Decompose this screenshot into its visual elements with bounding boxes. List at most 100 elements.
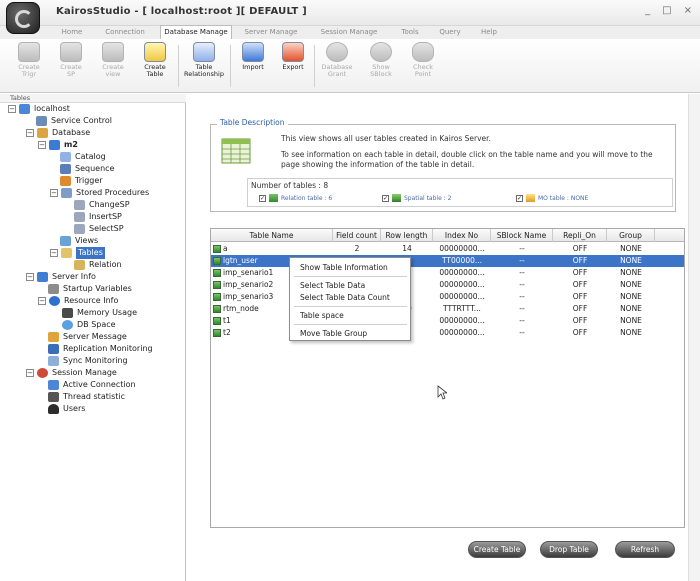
create-table-icon [144, 42, 166, 62]
menu-item-move-table-group[interactable]: Move Table Group [300, 328, 367, 339]
tree-item-memory-usage[interactable]: Memory Usage [62, 307, 137, 319]
tree-item-changesp[interactable]: ChangeSP [74, 199, 130, 211]
tab-server-manage[interactable]: Server Manage [240, 26, 302, 39]
close-button[interactable]: × [684, 5, 692, 16]
tab-session-manage[interactable]: Session Manage [316, 26, 382, 39]
tables-grid: Table Name Field count Row length Index … [210, 228, 685, 528]
tree-item-views[interactable]: Views [60, 235, 98, 247]
tree-item-localhost[interactable]: − localhost [8, 103, 70, 115]
tab-home[interactable]: Home [52, 26, 92, 39]
column-header-index-no[interactable]: Index No [433, 229, 491, 242]
menu-item-select-table-data[interactable]: Select Table Data [300, 280, 365, 291]
table-name-text: t1 [223, 316, 231, 325]
tree-item-relation[interactable]: Relation [74, 259, 122, 271]
refresh-button[interactable]: Refresh [615, 541, 675, 558]
column-header-repli-on[interactable]: Repli_On [553, 229, 607, 242]
import-button[interactable]: Import [234, 42, 272, 90]
tree-item-m2[interactable]: − m2 [38, 139, 78, 151]
table-row[interactable]: imp_senario3600000000...--OFFNONE [211, 291, 684, 303]
tree-item-users[interactable]: Users [48, 403, 85, 415]
tree-item-service-control[interactable]: Service Control [36, 115, 112, 127]
checkpoint-icon [412, 42, 434, 62]
table-row[interactable]: imp_senario1600000000...--OFFNONE [211, 267, 684, 279]
tab-query[interactable]: Query [434, 26, 466, 39]
checkbox-checked-icon[interactable]: ✓ [516, 194, 523, 202]
tree-item-database[interactable]: − Database [26, 127, 90, 139]
tab-database-manage[interactable]: Database Manage [160, 25, 232, 39]
drop-table-button[interactable]: Drop Table [540, 541, 598, 558]
tree-item-selectsp[interactable]: SelectSP [74, 223, 124, 235]
tree-item-db-space[interactable]: DB Space [62, 319, 116, 331]
collapse-toggle-icon[interactable]: − [50, 189, 58, 197]
tree-item-session-manage[interactable]: − Session Manage [26, 367, 117, 379]
column-header-table-name[interactable]: Table Name [211, 229, 333, 242]
mo-table-filter[interactable]: ✓ MO table : NONE [516, 194, 588, 202]
create-table-button[interactable]: Create Table [468, 541, 526, 558]
table-relationship-button[interactable]: Table Relationship [182, 42, 226, 90]
tree-item-label: Service Control [51, 116, 113, 125]
tree-item-active-connection[interactable]: Active Connection [48, 379, 136, 391]
resource-info-icon [49, 296, 60, 306]
checkpoint-label: Check Point [413, 63, 433, 78]
create-view-button[interactable]: Create view [94, 42, 132, 90]
create-sp-button[interactable]: Create SP [52, 42, 90, 90]
startup-variables-icon [48, 284, 59, 294]
tree-item-trigger[interactable]: Trigger [60, 175, 103, 187]
collapse-toggle-icon[interactable]: − [26, 129, 34, 137]
tree-item-startup-variables[interactable]: Startup Variables [48, 283, 132, 295]
tab-connection[interactable]: Connection [98, 26, 152, 39]
tree-item-resource-info[interactable]: − Resource Info [38, 295, 118, 307]
table-cell: OFF [572, 268, 588, 277]
tree-item-thread-statistic[interactable]: Thread statistic [48, 391, 125, 403]
table-row[interactable]: t2000000000...--OFFNONE [211, 327, 684, 339]
column-header-row-length[interactable]: Row length [381, 229, 433, 242]
export-button[interactable]: Export [274, 42, 312, 90]
collapse-toggle-icon[interactable]: − [38, 141, 46, 149]
menu-item-select-table-data-count[interactable]: Select Table Data Count [300, 292, 390, 303]
tree-panel-header: Tables [0, 94, 186, 103]
tree-item-sync-monitoring[interactable]: Sync Monitoring [48, 355, 128, 367]
menu-item-show-table-information[interactable]: Show Table Information [300, 262, 388, 273]
collapse-toggle-icon[interactable]: − [50, 249, 58, 257]
show-sblock-button[interactable]: Show SBlock [362, 42, 400, 90]
create-trigger-button[interactable]: Create Trigr [10, 42, 48, 90]
table-row[interactable]: t1500000000...--OFFNONE [211, 315, 684, 327]
minimize-button[interactable]: _ [645, 5, 650, 16]
tree-item-stored-procedures[interactable]: − Stored Procedures [50, 187, 149, 199]
database-grant-button[interactable]: Database Grant [318, 42, 356, 90]
collapse-toggle-icon[interactable]: − [38, 297, 46, 305]
column-header-group[interactable]: Group [607, 229, 655, 242]
collapse-toggle-icon[interactable]: − [8, 105, 16, 113]
checkpoint-button[interactable]: Check Point [404, 42, 442, 90]
tree-item-catalog[interactable]: Catalog [60, 151, 106, 163]
tree-item-sequence[interactable]: Sequence [60, 163, 114, 175]
checkbox-checked-icon[interactable]: ✓ [382, 194, 389, 202]
table-row[interactable]: imp_senario2600000000...--OFFNONE [211, 279, 684, 291]
spatial-table-filter[interactable]: ✓ Spatial table : 2 [382, 194, 451, 202]
maximize-button[interactable]: □ [662, 5, 671, 16]
relation-icon [74, 260, 85, 270]
table-row[interactable]: a 2 14 00000000... -- OFF NONE [211, 243, 684, 255]
relation-table-filter[interactable]: ✓ Relation table : 6 [259, 194, 332, 202]
vertical-scrollbar[interactable] [688, 94, 700, 581]
menu-item-table-space[interactable]: Table space [300, 310, 344, 321]
export-label: Export [282, 63, 304, 71]
tab-help[interactable]: Help [476, 26, 502, 39]
column-header-sblock-name[interactable]: SBlock Name [491, 229, 553, 242]
tree-item-server-message[interactable]: Server Message [48, 331, 127, 343]
table-row[interactable]: lgtn_user43TT00000...--OFFNONE [211, 255, 684, 267]
column-header-field-count[interactable]: Field count [333, 229, 381, 242]
tab-tools[interactable]: Tools [396, 26, 424, 39]
collapse-toggle-icon[interactable]: − [26, 369, 34, 377]
table-grid-icon [221, 138, 251, 164]
tree-item-replication-monitoring[interactable]: Replication Monitoring [48, 343, 153, 355]
create-table-ribbon-button[interactable]: Create Table [136, 42, 174, 90]
tree-item-tables[interactable]: − Tables [50, 247, 105, 259]
tree-item-insertsp[interactable]: InsertSP [74, 211, 122, 223]
table-cell: OFF [572, 244, 588, 253]
table-cell: -- [519, 304, 525, 313]
tree-item-server-info[interactable]: − Server Info [26, 271, 96, 283]
collapse-toggle-icon[interactable]: − [26, 273, 34, 281]
table-row[interactable]: rtm_node40TTTRTTT...--OFFNONE [211, 303, 684, 315]
checkbox-checked-icon[interactable]: ✓ [259, 194, 266, 202]
